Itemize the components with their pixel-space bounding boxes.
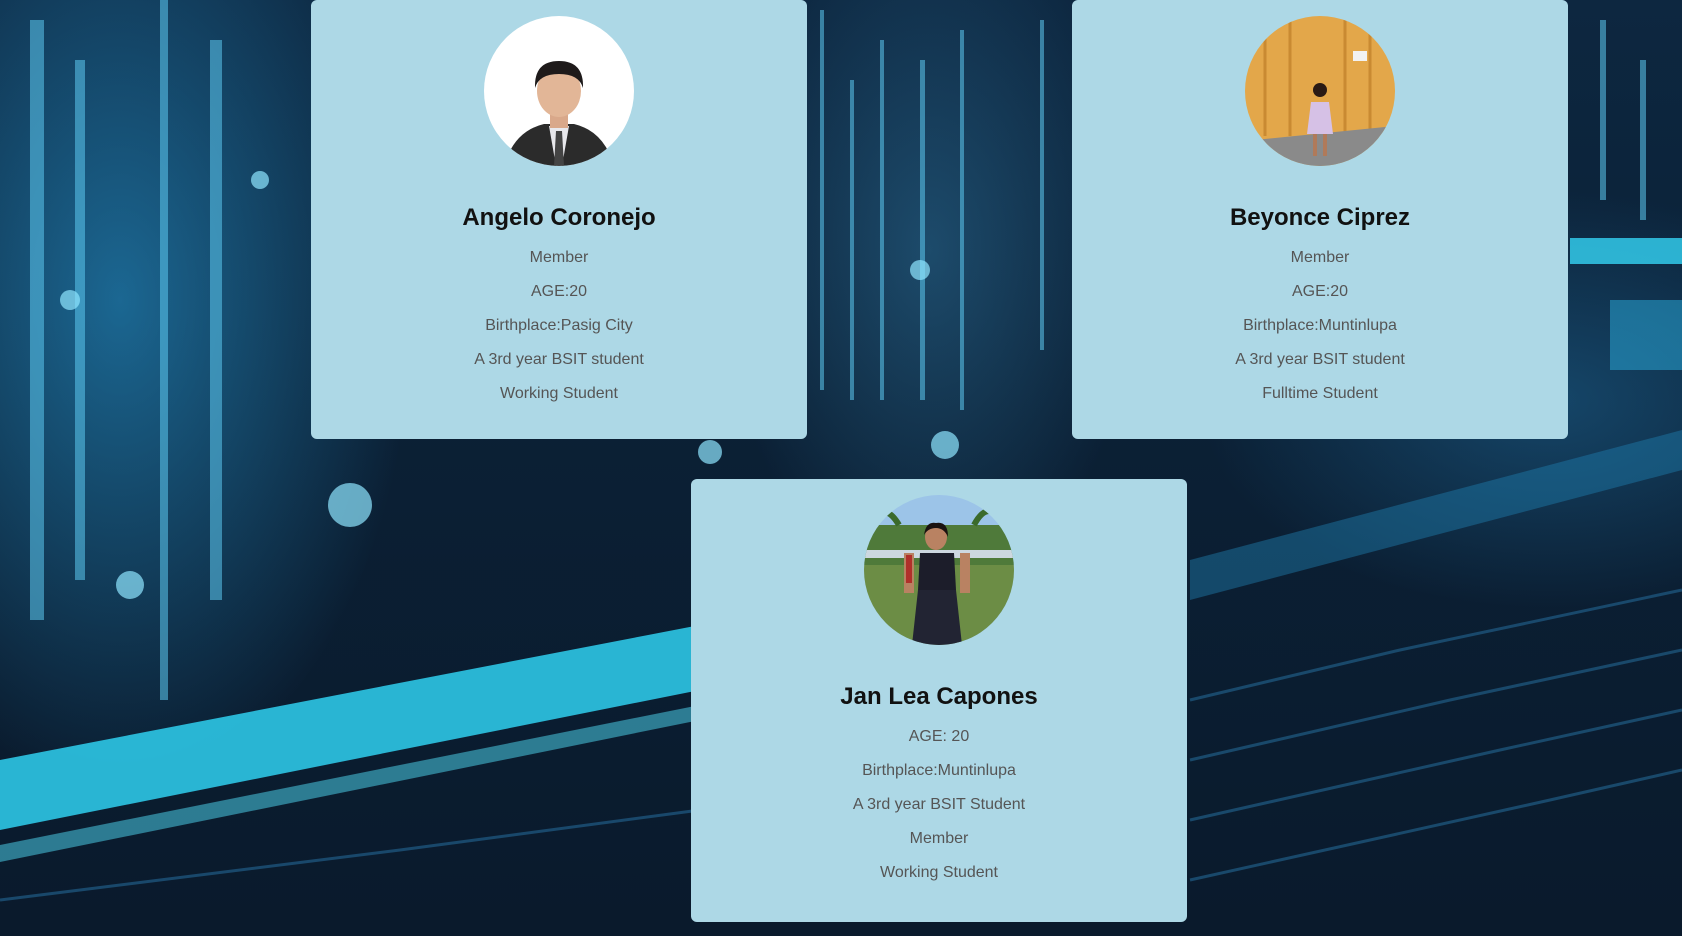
member-age: AGE: 20 (908, 728, 970, 745)
member-role: Member (529, 249, 589, 266)
member-birthplace: Birthplace:Muntinlupa (862, 762, 1016, 779)
member-year-course: A 3rd year BSIT Student (852, 796, 1026, 813)
member-status: Fulltime Student (1262, 385, 1378, 402)
member-role: Member (1290, 249, 1350, 266)
member-age: AGE:20 (1291, 283, 1349, 300)
member-name: Beyonce Ciprez (1229, 204, 1411, 231)
member-year-course: A 3rd year BSIT student (1235, 351, 1405, 368)
profile-photo-beyonce (1245, 16, 1395, 166)
member-birthplace: Birthplace:Muntinlupa (1243, 317, 1397, 334)
member-card-beyonce: Beyonce Ciprez Member AGE:20 Birthplace:… (1072, 0, 1568, 439)
member-age: AGE:20 (530, 283, 588, 300)
member-card-jan-lea: Jan Lea Capones AGE: 20 Birthplace:Munti… (691, 479, 1187, 922)
member-birthplace: Birthplace:Pasig City (485, 317, 633, 334)
member-year-course: A 3rd year BSIT student (474, 351, 644, 368)
member-card-angelo: Angelo Coronejo Member AGE:20 Birthplace… (311, 0, 807, 439)
member-name: Jan Lea Capones (840, 683, 1038, 710)
member-name: Angelo Coronejo (462, 204, 656, 231)
profile-photo-angelo (484, 16, 634, 166)
member-status: Working Student (500, 385, 618, 402)
member-role: Member (909, 830, 969, 847)
profile-photo-jan-lea (864, 495, 1014, 645)
member-status: Working Student (880, 864, 998, 881)
